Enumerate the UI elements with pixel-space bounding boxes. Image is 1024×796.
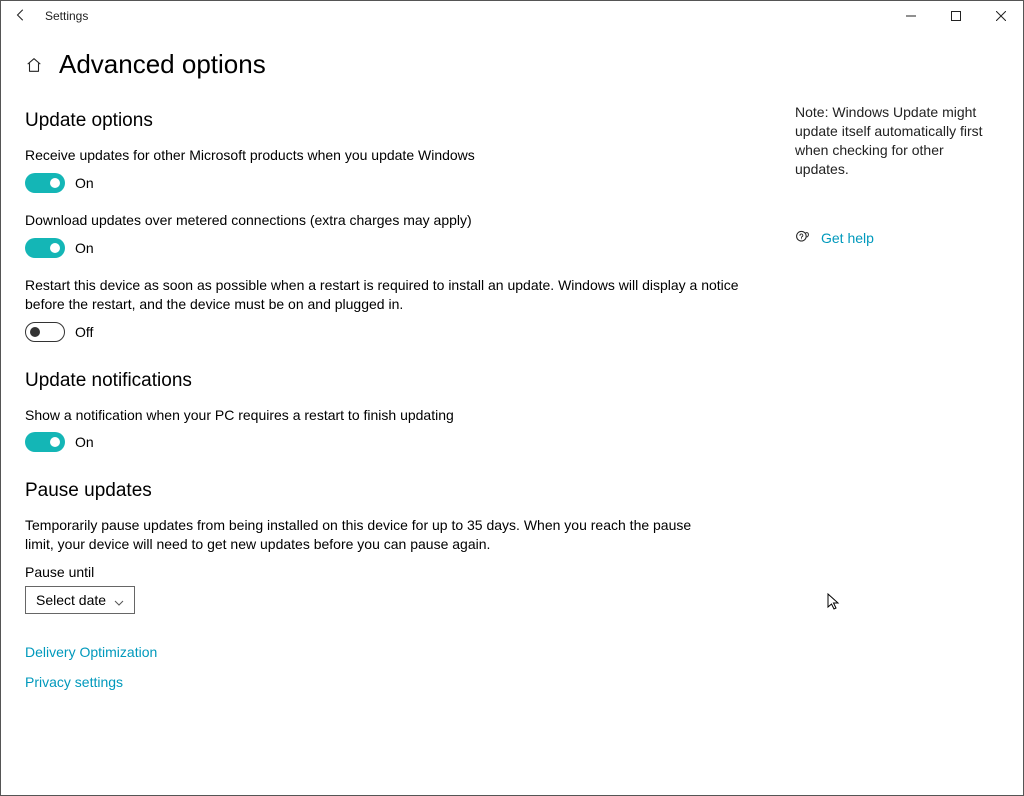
section-update-notifications: Update notifications — [25, 370, 765, 392]
section-update-options: Update options — [25, 110, 765, 132]
back-button[interactable] — [1, 8, 41, 25]
chevron-down-icon — [114, 595, 124, 605]
toggle-restart-asap[interactable] — [25, 322, 65, 342]
toggle-state: Off — [75, 324, 93, 340]
titlebar: Settings — [1, 1, 1023, 31]
link-delivery-optimization[interactable]: Delivery Optimization — [25, 644, 765, 660]
toggle-state: On — [75, 240, 94, 256]
home-icon[interactable] — [25, 56, 45, 74]
side-panel: Note: Windows Update might update itself… — [785, 31, 999, 690]
toggle-other-products[interactable] — [25, 173, 65, 193]
window-controls — [888, 1, 1023, 31]
setting-metered: Download updates over metered connection… — [25, 211, 765, 258]
setting-restart-asap: Restart this device as soon as possible … — [25, 276, 765, 342]
maximize-button[interactable] — [933, 1, 978, 31]
section-pause-updates: Pause updates — [25, 480, 765, 502]
setting-desc: Receive updates for other Microsoft prod… — [25, 146, 765, 165]
toggle-state: On — [75, 434, 94, 450]
pause-desc: Temporarily pause updates from being ins… — [25, 516, 695, 554]
setting-desc: Show a notification when your PC require… — [25, 406, 765, 425]
setting-other-products: Receive updates for other Microsoft prod… — [25, 146, 765, 193]
close-button[interactable] — [978, 1, 1023, 31]
setting-desc: Download updates over metered connection… — [25, 211, 765, 230]
side-note: Note: Windows Update might update itself… — [795, 103, 999, 179]
app-title: Settings — [41, 9, 88, 23]
minimize-button[interactable] — [888, 1, 933, 31]
pause-until-dropdown[interactable]: Select date — [25, 586, 135, 614]
setting-desc: Restart this device as soon as possible … — [25, 276, 765, 314]
pause-until-label: Pause until — [25, 564, 765, 580]
toggle-metered[interactable] — [25, 238, 65, 258]
toggle-restart-notification[interactable] — [25, 432, 65, 452]
link-privacy-settings[interactable]: Privacy settings — [25, 674, 765, 690]
help-icon — [795, 229, 811, 248]
main-content: Advanced options Update options Receive … — [25, 31, 785, 690]
get-help-link[interactable]: Get help — [821, 230, 874, 246]
toggle-state: On — [75, 175, 94, 191]
page-title: Advanced options — [59, 49, 266, 80]
dropdown-value: Select date — [36, 592, 106, 608]
setting-restart-notification: Show a notification when your PC require… — [25, 406, 765, 453]
